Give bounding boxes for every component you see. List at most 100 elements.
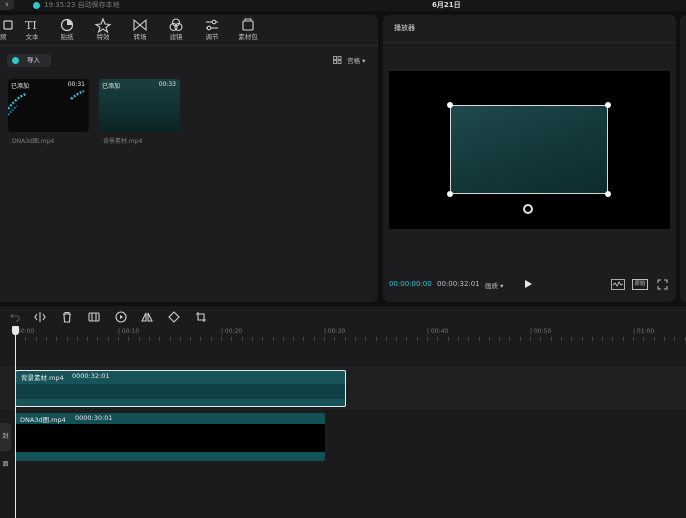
title-bar: ∨ 19:35:23 自动保存本地 6月21日 xyxy=(0,0,686,11)
ruler-tick xyxy=(375,337,377,341)
ruler-tick xyxy=(581,337,583,341)
reverse-icon[interactable] xyxy=(115,311,127,323)
media-filename: DNA3d图.mp4 xyxy=(12,138,55,145)
ruler-tick xyxy=(241,337,243,341)
svg-text:TI: TI xyxy=(25,19,37,32)
ruler-tick xyxy=(519,337,521,341)
timeline-clip-background[interactable]: 背景素材.mp4 0000:32:01 xyxy=(15,370,346,407)
ruler-tick xyxy=(87,337,89,341)
ruler-tick xyxy=(396,337,398,341)
clip-footer xyxy=(15,452,325,461)
transition-icon xyxy=(133,18,147,32)
project-title[interactable]: 6月21日 xyxy=(432,1,461,10)
added-badge: 已添加 xyxy=(102,83,121,90)
split-icon[interactable] xyxy=(34,311,46,323)
media-icon xyxy=(3,20,13,30)
undo-icon[interactable] xyxy=(8,311,20,323)
asset-pack-icon xyxy=(242,18,254,31)
ruler-tick xyxy=(663,337,665,341)
media-thumbnail[interactable]: 已添加 00:31 xyxy=(8,79,89,132)
clip-name: DNA3d图.mp4 xyxy=(20,416,66,424)
freeze-frame-icon[interactable] xyxy=(88,311,100,323)
autosave-icon xyxy=(33,2,40,9)
effects-icon xyxy=(94,17,112,33)
ruler-tick xyxy=(674,337,676,341)
ruler-tick xyxy=(550,337,552,341)
ruler-tick xyxy=(612,337,614,341)
toolbar-sticker[interactable]: 贴纸 xyxy=(52,17,82,45)
ruler-tick xyxy=(179,337,181,341)
selected-video-frame[interactable] xyxy=(450,105,608,194)
ruler-tick xyxy=(221,337,222,341)
mirror-icon[interactable] xyxy=(141,311,153,323)
ruler-tick xyxy=(354,337,356,341)
toolbar-effects[interactable]: 特效 xyxy=(88,17,118,45)
ruler-tick xyxy=(560,337,562,341)
delete-icon[interactable] xyxy=(61,311,73,323)
ruler-tick xyxy=(231,337,233,341)
ruler-tick xyxy=(262,337,264,341)
ruler-tick xyxy=(437,337,439,341)
timeline-clip-dna[interactable]: DNA3d图.mp4 0000:30:01 xyxy=(15,413,325,461)
media-panel: 频 TI 文本 贴纸 特效 转场 滤镜 调节 素材包 导入 宫格 ▾ 已添加 0… xyxy=(0,15,378,302)
ruler-tick xyxy=(622,337,624,341)
waveform-icon[interactable] xyxy=(611,279,625,290)
ruler-tick xyxy=(540,337,542,341)
rotate-icon[interactable] xyxy=(523,204,533,214)
media-thumbnail[interactable]: 已添加 00:33 xyxy=(99,79,180,132)
ruler-tick xyxy=(684,337,686,341)
cover-button[interactable]: 封面 xyxy=(0,423,11,468)
ruler-tick xyxy=(324,337,325,341)
ruler-tick xyxy=(138,337,140,341)
ruler-tick xyxy=(190,337,192,341)
toolbar-asset-pack[interactable]: 素材包 xyxy=(233,17,263,45)
resize-handle[interactable] xyxy=(447,102,453,108)
toolbar-transition[interactable]: 转场 xyxy=(125,17,155,45)
player-controls: 00:00:00:00 00:00:32:01 画质 ▾ 原始 xyxy=(383,277,676,293)
ruler-tick xyxy=(509,337,511,341)
time-ruler[interactable]: 00:00 | 00:10 | 00:20 | 00:30 | 00:40 | … xyxy=(0,328,686,342)
caret-down-icon: ▾ xyxy=(362,57,366,65)
toolbar-filter[interactable]: 滤镜 xyxy=(161,17,191,45)
ruler-tick xyxy=(25,337,27,341)
original-ratio-button[interactable]: 原始 xyxy=(632,279,648,290)
ruler-tick xyxy=(169,337,171,341)
toolbar-media[interactable]: 频 xyxy=(0,17,16,45)
ruler-tick xyxy=(200,337,202,341)
crop-icon[interactable] xyxy=(195,311,207,323)
ruler-tick xyxy=(66,337,68,341)
player-header: 播放器 xyxy=(383,15,676,43)
chevron-down-icon: ∨ xyxy=(4,1,10,8)
text-icon: TI xyxy=(25,19,37,32)
ruler-tick xyxy=(313,337,315,341)
toolbar-text[interactable]: TI 文本 xyxy=(17,17,47,45)
ruler-tick xyxy=(76,337,78,341)
ruler-tick xyxy=(251,337,253,341)
playhead-handle[interactable] xyxy=(12,326,19,335)
ratio-dropdown[interactable]: 画质 ▾ xyxy=(485,280,503,290)
properties-panel-edge xyxy=(680,15,686,302)
import-button[interactable]: 导入 xyxy=(7,54,51,67)
playhead[interactable] xyxy=(15,326,16,518)
toolbar-adjust[interactable]: 调节 xyxy=(197,17,227,45)
ruler-tick xyxy=(365,337,367,341)
add-icon xyxy=(12,57,19,64)
preview-canvas[interactable] xyxy=(389,71,670,229)
fullscreen-icon[interactable] xyxy=(657,279,668,290)
play-icon[interactable] xyxy=(523,279,533,289)
ruler-tick xyxy=(97,337,99,341)
ruler-tick xyxy=(107,337,109,341)
resize-handle[interactable] xyxy=(605,191,611,197)
view-mode-button[interactable]: 宫格 ▾ xyxy=(333,56,365,66)
ruler-tick xyxy=(591,337,593,341)
filter-icon xyxy=(169,18,183,32)
rotate-clip-icon[interactable] xyxy=(168,311,180,323)
menu-dropdown-button[interactable]: ∨ xyxy=(0,0,14,10)
resize-handle[interactable] xyxy=(447,191,453,197)
ruler-tick xyxy=(653,337,655,341)
resize-handle[interactable] xyxy=(605,102,611,108)
duration-label: 00:33 xyxy=(158,81,176,88)
ruler-tick xyxy=(128,337,130,341)
ruler-tick xyxy=(45,337,47,341)
ruler-tick xyxy=(35,337,37,341)
